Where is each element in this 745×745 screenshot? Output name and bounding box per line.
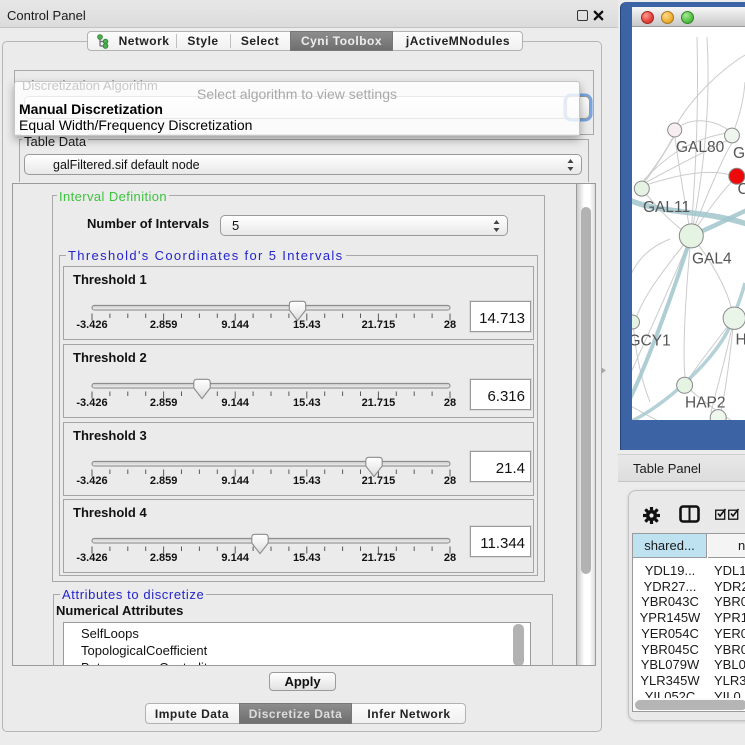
svg-text:HAP2: HAP2 <box>685 395 726 412</box>
svg-text:H: H <box>736 332 745 349</box>
svg-text:-3.426: -3.426 <box>76 319 107 331</box>
svg-text:-3.426: -3.426 <box>76 552 107 564</box>
svg-text:-3.426: -3.426 <box>76 475 107 487</box>
svg-text:GAL4: GAL4 <box>692 251 732 268</box>
svg-text:9.144: 9.144 <box>221 475 249 487</box>
svg-text:2.859: 2.859 <box>150 552 178 564</box>
svg-text:28: 28 <box>444 475 456 487</box>
svg-text:15.43: 15.43 <box>293 397 321 409</box>
svg-text:15.43: 15.43 <box>293 475 321 487</box>
svg-text:GA: GA <box>733 145 745 162</box>
svg-text:9.144: 9.144 <box>221 319 249 331</box>
svg-text:GAL80: GAL80 <box>676 139 725 156</box>
svg-text:15.43: 15.43 <box>293 552 321 564</box>
svg-text:2.859: 2.859 <box>150 397 178 409</box>
svg-text:21.715: 21.715 <box>362 319 396 331</box>
svg-text:9.144: 9.144 <box>221 552 249 564</box>
svg-text:28: 28 <box>444 319 456 331</box>
svg-text:C: C <box>738 181 745 198</box>
svg-text:GCY1: GCY1 <box>632 333 671 350</box>
svg-text:21.715: 21.715 <box>362 397 396 409</box>
svg-text:GAL11: GAL11 <box>643 199 690 216</box>
svg-text:2.859: 2.859 <box>150 475 178 487</box>
svg-text:21.715: 21.715 <box>362 475 396 487</box>
svg-text:2.859: 2.859 <box>150 319 178 331</box>
svg-text:28: 28 <box>444 552 456 564</box>
svg-text:28: 28 <box>444 397 456 409</box>
svg-text:-3.426: -3.426 <box>76 397 107 409</box>
svg-text:21.715: 21.715 <box>362 552 396 564</box>
svg-text:9.144: 9.144 <box>221 397 249 409</box>
